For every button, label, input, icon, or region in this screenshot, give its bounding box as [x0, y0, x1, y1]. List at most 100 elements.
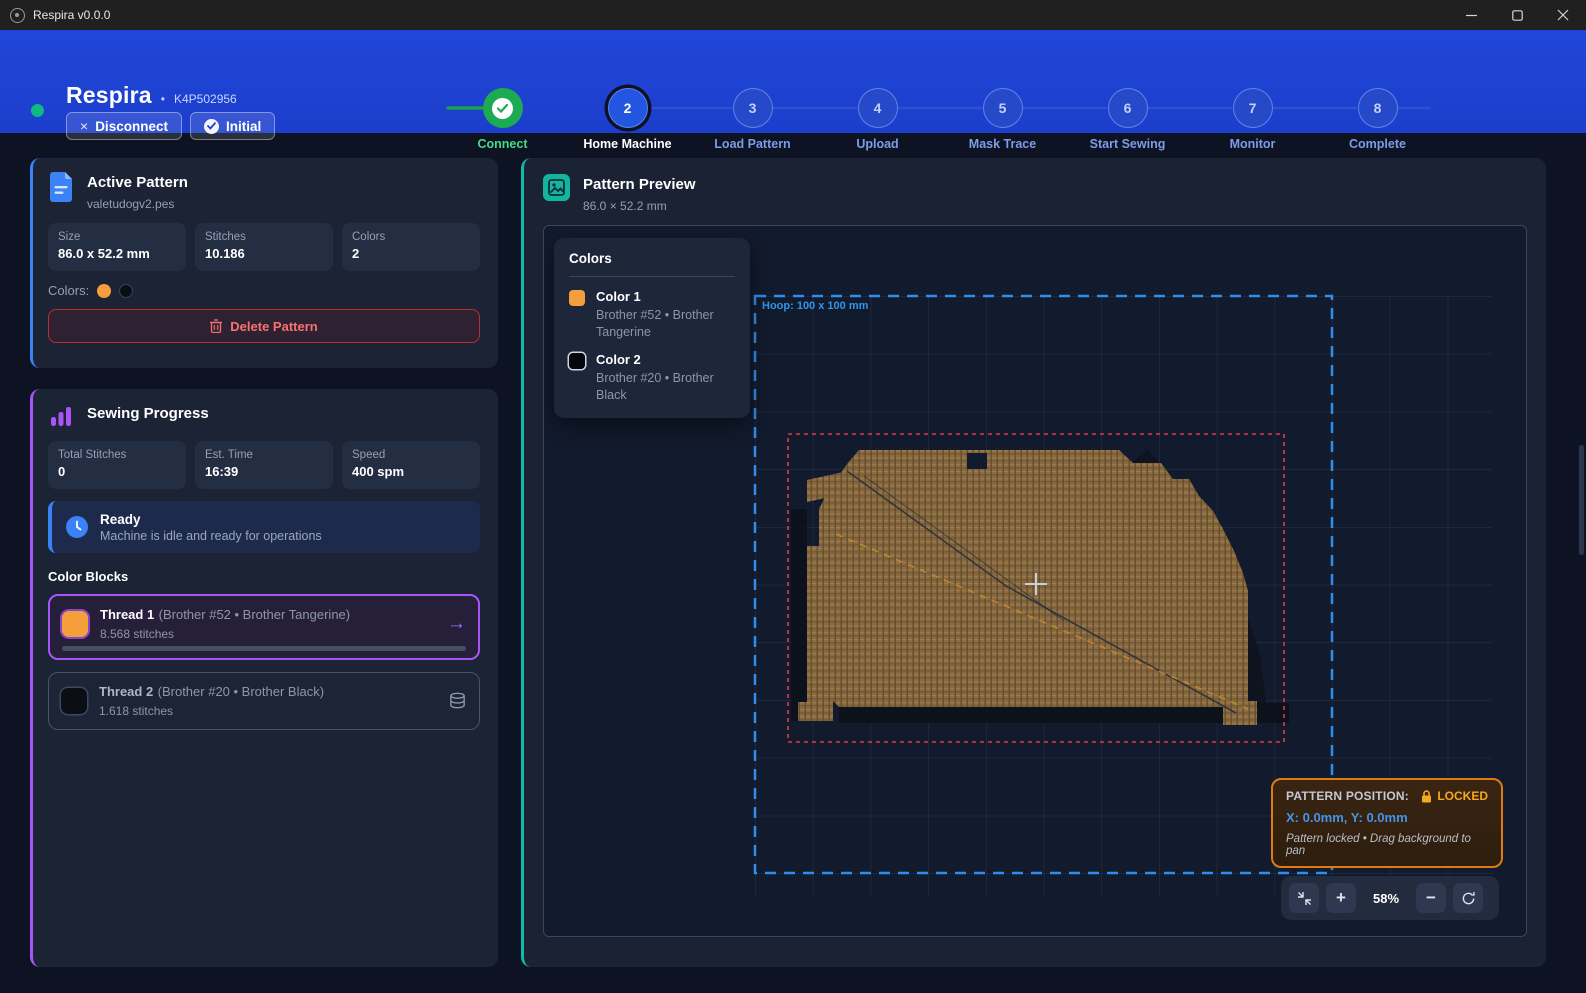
stat-speed: Speed 400 spm: [342, 441, 480, 489]
fit-to-screen-button[interactable]: [1289, 883, 1319, 913]
colors-label: Colors:: [48, 283, 89, 298]
step-8-circle[interactable]: 8: [1358, 88, 1398, 128]
legend-item-color-2: Color 2 Brother #20 • Brother Black: [569, 352, 735, 404]
refresh-icon: [1461, 891, 1476, 906]
step-3-circle[interactable]: 3: [733, 88, 773, 128]
step-5-circle[interactable]: 5: [983, 88, 1023, 128]
stat-value: 16:39: [205, 464, 323, 479]
legend-color-name: Color 1: [596, 289, 735, 304]
file-icon: [48, 172, 74, 202]
hoop-size-label: Hoop: 100 x 100 mm: [762, 300, 868, 312]
title-bar: Respira v0.0.0: [0, 0, 1586, 30]
thread-stitch-count: 8.568 stitches: [100, 627, 435, 641]
initial-button[interactable]: Initial: [190, 112, 275, 140]
clock-icon: [66, 516, 88, 538]
window-scrollbar[interactable]: [1579, 445, 1584, 555]
step-home-machine[interactable]: 2 Home Machine: [565, 78, 690, 151]
step-monitor[interactable]: 7 Monitor: [1190, 78, 1315, 151]
color-blocks-label: Color Blocks: [48, 569, 480, 584]
delete-pattern-button[interactable]: Delete Pattern: [48, 309, 480, 343]
stat-colors: Colors 2: [342, 223, 480, 271]
close-icon: ×: [80, 118, 88, 134]
window-title: Respira v0.0.0: [33, 8, 110, 22]
step-7-circle[interactable]: 7: [1233, 88, 1273, 128]
trash-icon: [210, 319, 222, 333]
pattern-filename: valetudogv2.pes: [87, 197, 188, 211]
zoom-in-icon: +: [1336, 888, 1346, 908]
thread-name: Thread 1: [100, 607, 154, 622]
step-4-circle[interactable]: 4: [858, 88, 898, 128]
step-upload[interactable]: 4 Upload: [815, 78, 940, 151]
position-hint: Pattern locked • Drag background to pan: [1286, 833, 1488, 857]
embroidery-pattern: [798, 450, 1257, 725]
lock-icon: [1421, 790, 1432, 803]
maximize-button[interactable]: [1494, 0, 1540, 30]
close-button[interactable]: [1540, 0, 1586, 30]
legend-title: Colors: [569, 251, 735, 277]
step-6-circle[interactable]: 6: [1108, 88, 1148, 128]
stat-label: Colors: [352, 231, 470, 243]
legend-color-detail: Brother #20 • Brother Black: [596, 370, 735, 404]
step-1-circle[interactable]: [483, 88, 523, 128]
app-logo-icon: [10, 8, 25, 23]
zoom-in-button[interactable]: +: [1326, 883, 1356, 913]
check-circle-icon: [204, 119, 219, 134]
legend-swatch-orange: [569, 290, 585, 306]
pattern-position-overlay: PATTERN POSITION: LOCKED X: 0.0mm, Y: 0.…: [1271, 778, 1503, 868]
step-mask-trace[interactable]: 5 Mask Trace: [940, 78, 1065, 151]
step-connect[interactable]: Connect: [440, 78, 565, 151]
disconnect-button[interactable]: × Disconnect: [66, 112, 182, 140]
step-load-pattern[interactable]: 3 Load Pattern: [690, 78, 815, 151]
thread-1-progress-bar: [62, 646, 466, 651]
machine-status-banner: Ready Machine is idle and ready for oper…: [48, 501, 480, 553]
reset-view-button[interactable]: [1453, 883, 1483, 913]
preview-canvas[interactable]: Hoop: 100 x 100 mm Colors Color 1 Brothe…: [543, 225, 1527, 937]
step-label: Upload: [856, 137, 898, 151]
separator: •: [161, 92, 165, 106]
zoom-out-icon: −: [1426, 888, 1436, 908]
preview-title: Pattern Preview: [583, 174, 696, 193]
stat-value: 10.186: [205, 246, 323, 261]
stat-value: 2: [352, 246, 470, 261]
step-complete[interactable]: 8 Complete: [1315, 78, 1440, 151]
step-label: Complete: [1349, 137, 1406, 151]
step-label: Monitor: [1230, 137, 1276, 151]
color-swatch-orange: [97, 284, 111, 298]
stat-label: Est. Time: [205, 449, 323, 461]
thread-1-swatch: [62, 611, 88, 637]
status-title: Ready: [100, 512, 322, 527]
pattern-preview-panel: Pattern Preview 86.0 × 52.2 mm: [521, 158, 1546, 967]
stat-label: Speed: [352, 449, 470, 461]
fit-screen-icon: [1297, 891, 1312, 906]
arrow-right-icon: →: [447, 613, 466, 635]
stat-label: Total Stitches: [58, 449, 176, 461]
step-label: Connect: [478, 137, 528, 151]
zoom-level: 58%: [1363, 891, 1409, 906]
thread-2-swatch: [61, 688, 87, 714]
layers-icon: [448, 691, 467, 710]
initial-label: Initial: [226, 119, 261, 134]
lock-state: LOCKED: [1437, 789, 1488, 803]
zoom-controls: + 58% −: [1281, 876, 1499, 920]
stat-total-stitches: Total Stitches 0: [48, 441, 186, 489]
chart-bars-icon: [48, 403, 74, 429]
sewing-progress-card: Sewing Progress Total Stitches 0 Est. Ti…: [30, 389, 498, 967]
position-label: PATTERN POSITION:: [1286, 789, 1409, 803]
step-label: Mask Trace: [969, 137, 1036, 151]
minimize-button[interactable]: [1448, 0, 1494, 30]
disconnect-label: Disconnect: [95, 119, 168, 134]
stat-est-time: Est. Time 16:39: [195, 441, 333, 489]
color-swatch-black: [119, 284, 133, 298]
legend-swatch-black: [569, 353, 585, 369]
stat-label: Stitches: [205, 231, 323, 243]
step-label: Start Sewing: [1090, 137, 1166, 151]
step-2-circle[interactable]: 2: [608, 88, 648, 128]
stat-label: Size: [58, 231, 176, 243]
connection-status-dot: [31, 104, 44, 117]
stat-value: 86.0 x 52.2 mm: [58, 246, 176, 261]
step-label: Home Machine: [583, 137, 671, 151]
thread-2-row[interactable]: Thread 2 (Brother #20 • Brother Black) 1…: [48, 672, 480, 730]
thread-1-row[interactable]: Thread 1 (Brother #52 • Brother Tangerin…: [48, 594, 480, 660]
zoom-out-button[interactable]: −: [1416, 883, 1446, 913]
step-start-sewing[interactable]: 6 Start Sewing: [1065, 78, 1190, 151]
